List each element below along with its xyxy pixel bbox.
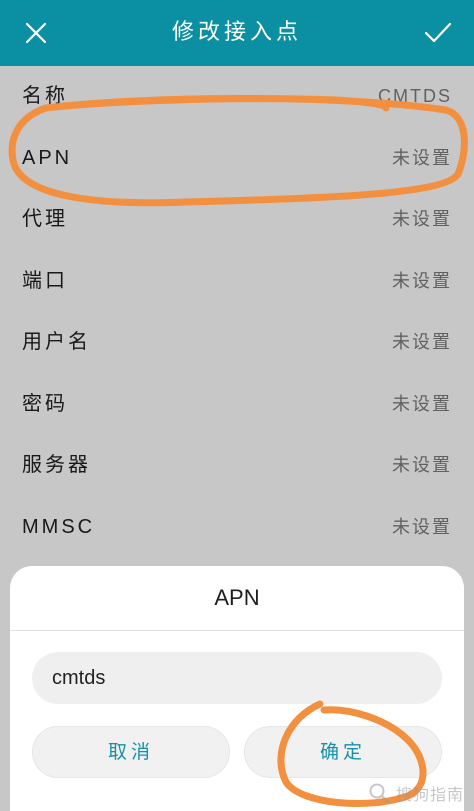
watermark: 搜狗指南	[368, 781, 464, 805]
apn-edit-dialog: APN 取消 确定	[10, 566, 464, 811]
ok-button[interactable]: 确定	[244, 726, 442, 778]
check-icon	[424, 22, 452, 43]
confirm-button[interactable]	[418, 13, 458, 53]
cancel-button[interactable]: 取消	[32, 726, 230, 778]
watermark-text: 搜狗指南	[395, 785, 464, 804]
apn-input[interactable]	[32, 652, 442, 704]
page-title: 修改接入点	[171, 20, 302, 45]
magnifier-logo-icon	[369, 783, 390, 804]
title-bar: 修改接入点	[0, 0, 474, 66]
dialog-divider	[10, 630, 464, 631]
dialog-title: APN	[214, 585, 260, 610]
screen: 修改接入点 名称 CMTDS APN 未设置 代理 未设置 端口 未设置 用户名…	[0, 0, 474, 811]
